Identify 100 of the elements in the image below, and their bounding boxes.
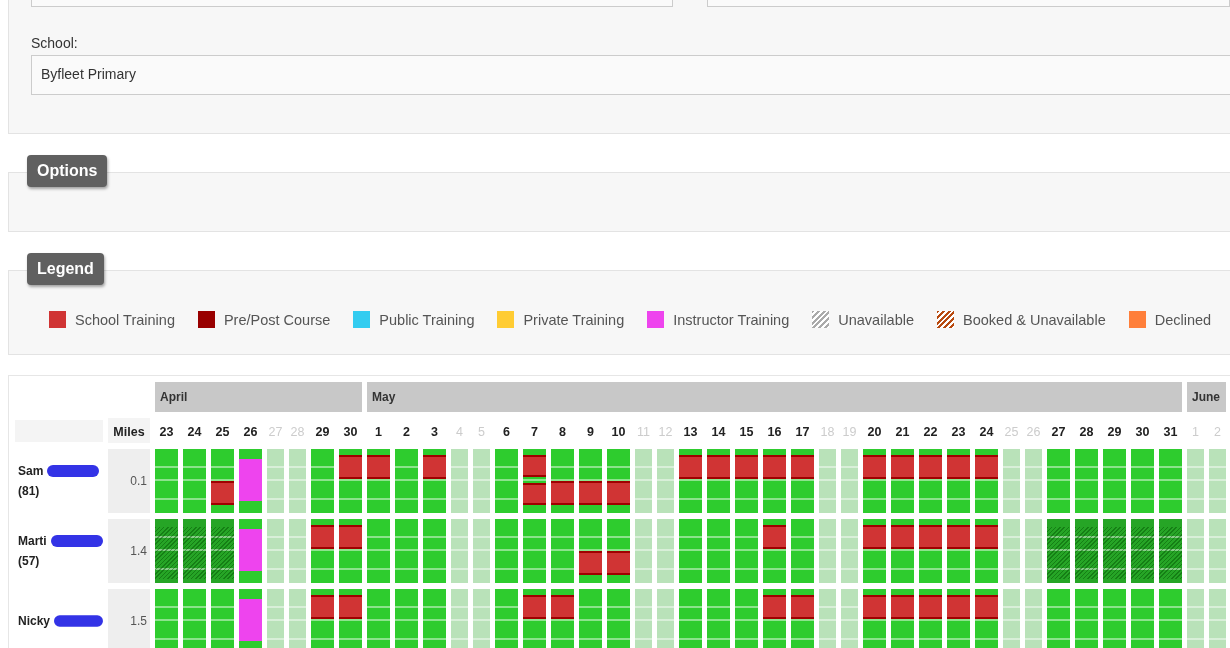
- schedule-cell[interactable]: [1075, 519, 1098, 583]
- schedule-cell[interactable]: [635, 449, 652, 513]
- schedule-cell[interactable]: [155, 519, 178, 583]
- schedule-cell[interactable]: [919, 449, 942, 513]
- schedule-cell[interactable]: [679, 589, 702, 648]
- schedule-cell[interactable]: [239, 589, 262, 648]
- schedule-cell[interactable]: [183, 589, 206, 648]
- schedule-cell[interactable]: [791, 519, 814, 583]
- schedule-cell[interactable]: [367, 519, 390, 583]
- schedule-cell[interactable]: [523, 519, 546, 583]
- schedule-cell[interactable]: [791, 449, 814, 513]
- schedule-cell[interactable]: [289, 519, 306, 583]
- schedule-cell[interactable]: [841, 589, 858, 648]
- schedule-cell[interactable]: [155, 589, 178, 648]
- schedule-cell[interactable]: [841, 449, 858, 513]
- schedule-cell[interactable]: [707, 449, 730, 513]
- schedule-cell[interactable]: [1159, 449, 1182, 513]
- schedule-cell[interactable]: [1047, 519, 1070, 583]
- schedule-cell[interactable]: [579, 519, 602, 583]
- schedule-cell[interactable]: [1187, 519, 1204, 583]
- schedule-cell[interactable]: [495, 449, 518, 513]
- schedule-cell[interactable]: [1075, 449, 1098, 513]
- schedule-cell[interactable]: [863, 449, 886, 513]
- schedule-cell[interactable]: [451, 519, 468, 583]
- schedule-cell[interactable]: [1159, 589, 1182, 648]
- schedule-cell[interactable]: [1047, 589, 1070, 648]
- schedule-cell[interactable]: [735, 449, 758, 513]
- schedule-cell[interactable]: [367, 449, 390, 513]
- schedule-cell[interactable]: [551, 519, 574, 583]
- schedule-cell[interactable]: [919, 519, 942, 583]
- schedule-cell[interactable]: [863, 519, 886, 583]
- schedule-cell[interactable]: [523, 449, 546, 513]
- schedule-cell[interactable]: [523, 589, 546, 648]
- schedule-cell[interactable]: [267, 589, 284, 648]
- schedule-cell[interactable]: [1131, 519, 1154, 583]
- schedule-cell[interactable]: [1025, 449, 1042, 513]
- schedule-cell[interactable]: [735, 519, 758, 583]
- schedule-cell[interactable]: [311, 449, 334, 513]
- schedule-cell[interactable]: [607, 449, 630, 513]
- schedule-cell[interactable]: [495, 519, 518, 583]
- schedule-cell[interactable]: [395, 449, 418, 513]
- schedule-cell[interactable]: [367, 589, 390, 648]
- schedule-cell[interactable]: [1047, 449, 1070, 513]
- schedule-cell[interactable]: [1187, 589, 1204, 648]
- schedule-cell[interactable]: [891, 589, 914, 648]
- schedule-cell[interactable]: [679, 519, 702, 583]
- schedule-cell[interactable]: [819, 589, 836, 648]
- schedule-cell[interactable]: [183, 449, 206, 513]
- schedule-cell[interactable]: [657, 589, 674, 648]
- schedule-cell[interactable]: [1131, 589, 1154, 648]
- schedule-cell[interactable]: [1131, 449, 1154, 513]
- schedule-cell[interactable]: [211, 449, 234, 513]
- schedule-cell[interactable]: [1103, 519, 1126, 583]
- schedule-cell[interactable]: [1159, 519, 1182, 583]
- schedule-cell[interactable]: [289, 589, 306, 648]
- schedule-cell[interactable]: [607, 589, 630, 648]
- schedule-cell[interactable]: [763, 449, 786, 513]
- schedule-cell[interactable]: [395, 589, 418, 648]
- schedule-cell[interactable]: [239, 449, 262, 513]
- schedule-cell[interactable]: [635, 519, 652, 583]
- schedule-cell[interactable]: [891, 449, 914, 513]
- schedule-cell[interactable]: [311, 589, 334, 648]
- schedule-cell[interactable]: [395, 519, 418, 583]
- schedule-cell[interactable]: [975, 519, 998, 583]
- schedule-cell[interactable]: [735, 589, 758, 648]
- schedule-cell[interactable]: [657, 449, 674, 513]
- schedule-cell[interactable]: [707, 519, 730, 583]
- schedule-cell[interactable]: [423, 519, 446, 583]
- schedule-cell[interactable]: [1209, 589, 1226, 648]
- schedule-cell[interactable]: [289, 449, 306, 513]
- schedule-cell[interactable]: [423, 449, 446, 513]
- schedule-cell[interactable]: [211, 519, 234, 583]
- schedule-cell[interactable]: [707, 589, 730, 648]
- schedule-cell[interactable]: [423, 589, 446, 648]
- schedule-cell[interactable]: [891, 519, 914, 583]
- schedule-cell[interactable]: [579, 589, 602, 648]
- schedule-cell[interactable]: [1025, 519, 1042, 583]
- schedule-cell[interactable]: [311, 519, 334, 583]
- schedule-cell[interactable]: [947, 449, 970, 513]
- schedule-cell[interactable]: [763, 589, 786, 648]
- schedule-cell[interactable]: [819, 519, 836, 583]
- schedule-cell[interactable]: [579, 449, 602, 513]
- schedule-cell[interactable]: [947, 589, 970, 648]
- schedule-cell[interactable]: [1209, 519, 1226, 583]
- schedule-cell[interactable]: [551, 449, 574, 513]
- schedule-cell[interactable]: [819, 449, 836, 513]
- schedule-cell[interactable]: [763, 519, 786, 583]
- schedule-cell[interactable]: [1209, 449, 1226, 513]
- schedule-cell[interactable]: [791, 589, 814, 648]
- schedule-cell[interactable]: [473, 519, 490, 583]
- schedule-cell[interactable]: [607, 519, 630, 583]
- schedule-cell[interactable]: [339, 589, 362, 648]
- schedule-cell[interactable]: [1003, 449, 1020, 513]
- schedule-cell[interactable]: [1003, 519, 1020, 583]
- schedule-cell[interactable]: [863, 589, 886, 648]
- school-field[interactable]: Byfleet Primary: [31, 55, 1230, 95]
- schedule-cell[interactable]: [657, 519, 674, 583]
- schedule-cell[interactable]: [975, 589, 998, 648]
- schedule-cell[interactable]: [1003, 589, 1020, 648]
- schedule-cell[interactable]: [495, 589, 518, 648]
